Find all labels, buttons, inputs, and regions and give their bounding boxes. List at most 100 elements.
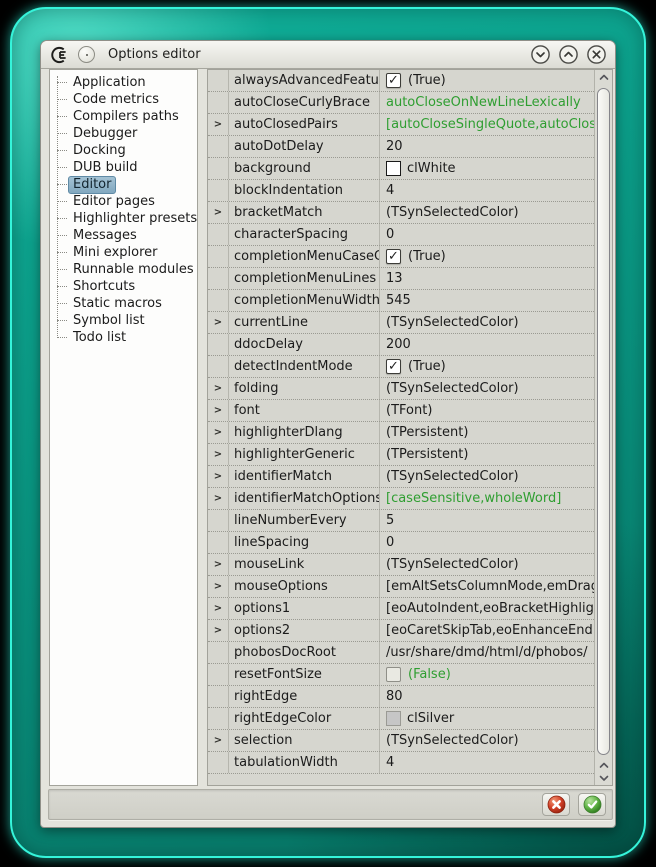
property-value[interactable]: 13 <box>380 268 594 289</box>
property-value[interactable]: clWhite <box>380 158 594 179</box>
property-row-phobosDocRoot[interactable]: phobosDocRoot/usr/share/dmd/html/d/phobo… <box>208 642 594 664</box>
property-row-lineNumberEvery[interactable]: lineNumberEvery5 <box>208 510 594 532</box>
property-value[interactable]: [autoCloseSingleQuote,autoCloseD <box>380 114 594 135</box>
property-row-currentLine[interactable]: >currentLine(TSynSelectedColor) <box>208 312 594 334</box>
property-value[interactable]: (TSynSelectedColor) <box>380 554 594 575</box>
property-value[interactable]: [eoCaretSkipTab,eoEnhanceEndKe <box>380 620 594 641</box>
property-row-mouseOptions[interactable]: >mouseOptions[emAltSetsColumnMode,emDrag… <box>208 576 594 598</box>
expand-arrow-icon[interactable]: > <box>208 466 229 487</box>
property-value[interactable]: 80 <box>380 686 594 707</box>
property-row-autoDotDelay[interactable]: autoDotDelay20 <box>208 136 594 158</box>
property-row-lineSpacing[interactable]: lineSpacing0 <box>208 532 594 554</box>
property-value[interactable]: ✓(True) <box>380 356 594 377</box>
property-row-rightEdge[interactable]: rightEdge80 <box>208 686 594 708</box>
property-row-selection[interactable]: >selection(TSynSelectedColor) <box>208 730 594 752</box>
sidebar-item-mini-explorer[interactable]: Mini explorer <box>50 244 197 261</box>
property-row-completionMenuWidth[interactable]: completionMenuWidth545 <box>208 290 594 312</box>
property-row-mouseLink[interactable]: >mouseLink(TSynSelectedColor) <box>208 554 594 576</box>
property-row-identifierMatch[interactable]: >identifierMatch(TSynSelectedColor) <box>208 466 594 488</box>
property-value[interactable]: [eoAutoIndent,eoBracketHighlight <box>380 598 594 619</box>
sidebar-item-debugger[interactable]: Debugger <box>50 125 197 142</box>
property-value[interactable]: clSilver <box>380 708 594 729</box>
sidebar-item-editor[interactable]: Editor <box>50 176 197 193</box>
sidebar-item-static-macros[interactable]: Static macros <box>50 295 197 312</box>
scrollbar-thumb[interactable] <box>597 88 610 755</box>
property-value[interactable]: 4 <box>380 752 594 773</box>
expand-arrow-icon[interactable]: > <box>208 488 229 509</box>
property-row-ddocDelay[interactable]: ddocDelay200 <box>208 334 594 356</box>
property-value[interactable]: /usr/share/dmd/html/d/phobos/ <box>380 642 594 663</box>
expand-arrow-icon[interactable]: > <box>208 400 229 421</box>
expand-arrow-icon[interactable]: > <box>208 576 229 597</box>
property-row-completionMenuLines[interactable]: completionMenuLines13 <box>208 268 594 290</box>
property-value[interactable]: 200 <box>380 334 594 355</box>
property-row-highlighterDlang[interactable]: >highlighterDlang(TPersistent) <box>208 422 594 444</box>
property-value[interactable]: ✓(True) <box>380 246 594 267</box>
property-value[interactable]: [caseSensitive,wholeWord] <box>380 488 594 509</box>
property-row-detectIndentMode[interactable]: detectIndentMode✓(True) <box>208 356 594 378</box>
property-value[interactable]: (False) <box>380 664 594 685</box>
property-value[interactable]: ✓(True) <box>380 70 594 91</box>
property-row-identifierMatchOptions[interactable]: >identifierMatchOptions[caseSensitive,wh… <box>208 488 594 510</box>
property-row-characterSpacing[interactable]: characterSpacing0 <box>208 224 594 246</box>
property-value[interactable]: 5 <box>380 510 594 531</box>
property-value[interactable]: (TPersistent) <box>380 444 594 465</box>
scroll-down-icon[interactable] <box>595 774 612 782</box>
property-row-alwaysAdvancedFeatures[interactable]: alwaysAdvancedFeatures✓(True) <box>208 70 594 92</box>
sidebar-item-application[interactable]: Application <box>50 74 197 91</box>
sidebar-item-editor-pages[interactable]: Editor pages <box>50 193 197 210</box>
sidebar-item-docking[interactable]: Docking <box>50 142 197 159</box>
checkbox-unchecked-icon[interactable] <box>386 667 401 682</box>
sidebar-item-todo-list[interactable]: Todo list <box>50 329 197 346</box>
sidebar-item-symbol-list[interactable]: Symbol list <box>50 312 197 329</box>
property-value[interactable]: 0 <box>380 224 594 245</box>
property-value[interactable]: (TPersistent) <box>380 422 594 443</box>
expand-arrow-icon[interactable]: > <box>208 730 229 751</box>
expand-arrow-icon[interactable]: > <box>208 554 229 575</box>
property-row-autoCloseCurlyBrace[interactable]: autoCloseCurlyBraceautoCloseOnNewLineLex… <box>208 92 594 114</box>
property-row-options2[interactable]: >options2[eoCaretSkipTab,eoEnhanceEndKe <box>208 620 594 642</box>
cancel-button[interactable] <box>542 793 570 816</box>
expand-arrow-icon[interactable]: > <box>208 422 229 443</box>
expand-arrow-icon[interactable]: > <box>208 312 229 333</box>
property-value[interactable]: [emAltSetsColumnMode,emDragDr <box>380 576 594 597</box>
property-row-completionMenuCaseCare[interactable]: completionMenuCaseCare✓(True) <box>208 246 594 268</box>
property-value[interactable]: (TSynSelectedColor) <box>380 730 594 751</box>
property-row-bracketMatch[interactable]: >bracketMatch(TSynSelectedColor) <box>208 202 594 224</box>
property-row-tabulationWidth[interactable]: tabulationWidth4 <box>208 752 594 774</box>
unroll-button[interactable] <box>558 44 579 65</box>
property-row-font[interactable]: >font(TFont) <box>208 400 594 422</box>
sidebar-item-compilers-paths[interactable]: Compilers paths <box>50 108 197 125</box>
sidebar-item-code-metrics[interactable]: Code metrics <box>50 91 197 108</box>
expand-arrow-icon[interactable]: > <box>208 598 229 619</box>
sidebar-item-messages[interactable]: Messages <box>50 227 197 244</box>
property-row-folding[interactable]: >folding(TSynSelectedColor) <box>208 378 594 400</box>
scroll-up-icon[interactable] <box>595 73 612 81</box>
property-row-rightEdgeColor[interactable]: rightEdgeColorclSilver <box>208 708 594 730</box>
scroll-up-icon[interactable] <box>595 761 612 769</box>
sidebar-item-highlighter-presets[interactable]: Highlighter presets <box>50 210 197 227</box>
property-row-background[interactable]: backgroundclWhite <box>208 158 594 180</box>
expand-arrow-icon[interactable]: > <box>208 202 229 223</box>
rollup-button[interactable] <box>530 44 551 65</box>
close-button[interactable] <box>586 44 607 65</box>
sidebar-item-shortcuts[interactable]: Shortcuts <box>50 278 197 295</box>
property-row-blockIndentation[interactable]: blockIndentation4 <box>208 180 594 202</box>
expand-arrow-icon[interactable]: > <box>208 114 229 135</box>
expand-arrow-icon[interactable]: > <box>208 620 229 641</box>
window-menu-button[interactable] <box>78 46 95 63</box>
property-value[interactable]: 4 <box>380 180 594 201</box>
checkbox-checked-icon[interactable]: ✓ <box>386 249 401 264</box>
property-row-options1[interactable]: >options1[eoAutoIndent,eoBracketHighligh… <box>208 598 594 620</box>
accept-button[interactable] <box>578 793 606 816</box>
property-value[interactable]: (TFont) <box>380 400 594 421</box>
property-value[interactable]: 545 <box>380 290 594 311</box>
property-value[interactable]: 0 <box>380 532 594 553</box>
property-value[interactable]: 20 <box>380 136 594 157</box>
property-value[interactable]: (TSynSelectedColor) <box>380 202 594 223</box>
expand-arrow-icon[interactable]: > <box>208 378 229 399</box>
property-value[interactable]: (TSynSelectedColor) <box>380 466 594 487</box>
property-row-resetFontSize[interactable]: resetFontSize(False) <box>208 664 594 686</box>
checkbox-checked-icon[interactable]: ✓ <box>386 73 401 88</box>
checkbox-checked-icon[interactable]: ✓ <box>386 359 401 374</box>
